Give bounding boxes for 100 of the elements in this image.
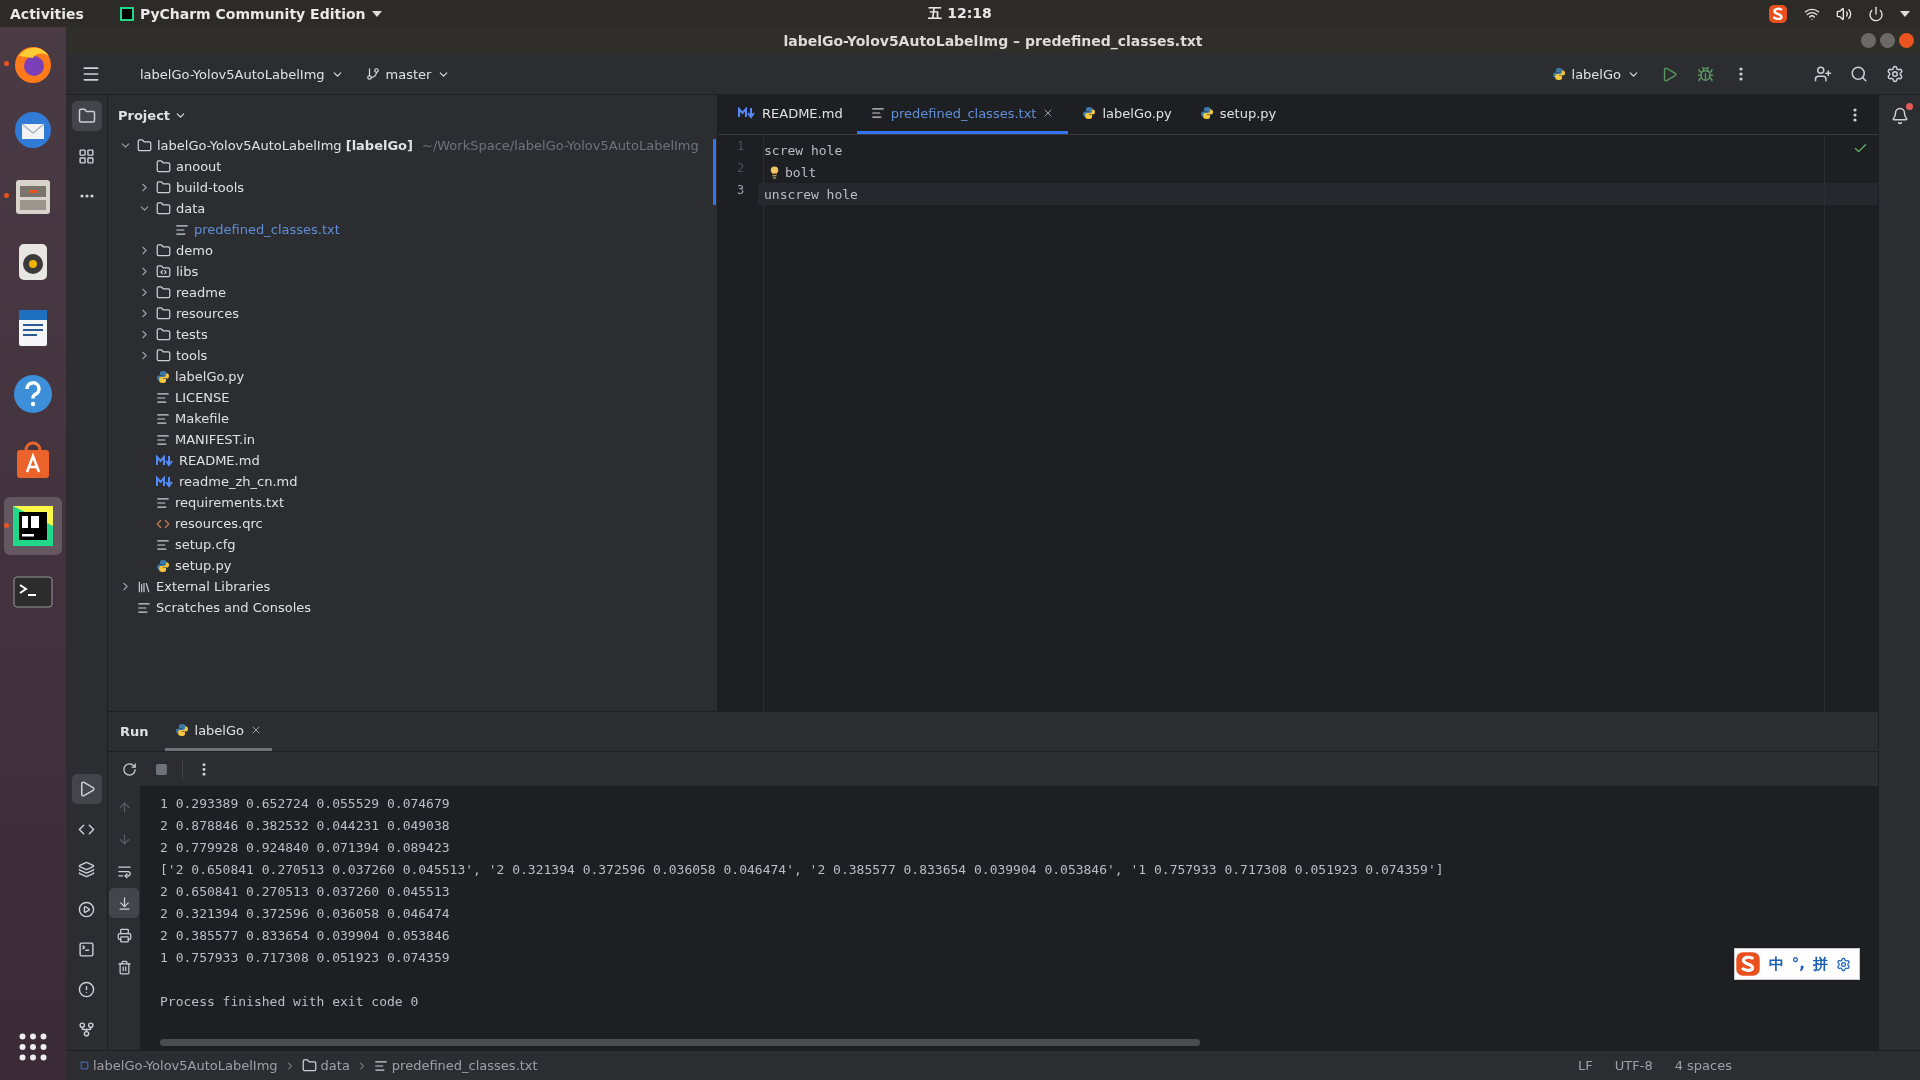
project-tool-button[interactable]	[71, 101, 102, 131]
editor-tab[interactable]: predefined_classes.txt	[856, 95, 1069, 134]
python-icon	[174, 723, 189, 737]
tree-item[interactable]: tests	[176, 327, 208, 342]
status-item[interactable]: 4 spaces	[1666, 1058, 1740, 1073]
editor-tab[interactable]: setup.py	[1185, 95, 1291, 134]
ime-button[interactable]: °,	[1791, 955, 1805, 973]
volume-icon[interactable]	[1836, 5, 1852, 22]
minimize-button[interactable]	[1861, 33, 1876, 48]
tree-item[interactable]: setup.cfg	[175, 537, 236, 552]
folder-icon	[137, 138, 152, 153]
settings-icon[interactable]	[1836, 956, 1851, 972]
python-icon	[1199, 106, 1214, 120]
code-line: bolt	[785, 164, 817, 180]
tree-item[interactable]: resources	[176, 306, 239, 321]
more-icon	[1853, 107, 1857, 122]
more-icon	[79, 194, 94, 198]
tree-item[interactable]: libs	[176, 264, 199, 279]
folder-icon	[156, 348, 171, 363]
printer-icon	[116, 927, 132, 943]
exit-message: Process finished with exit code 0	[160, 994, 419, 1011]
search-icon	[1850, 65, 1868, 83]
editor-tab[interactable]: README.md	[724, 95, 857, 134]
breadcrumb[interactable]: data	[301, 1058, 350, 1073]
project-panel-title[interactable]: Project	[118, 107, 188, 123]
bell-icon	[1890, 107, 1909, 125]
editor-tab[interactable]: labelGo.py	[1068, 95, 1186, 134]
breadcrumb[interactable]: predefined_classes.txt	[373, 1058, 538, 1073]
activities-button[interactable]: Activities	[10, 5, 84, 22]
folder-icon	[77, 107, 96, 125]
folder-icon	[156, 327, 171, 342]
caret-icon	[371, 10, 382, 17]
clock[interactable]: 五 12:18	[928, 4, 992, 23]
scratches-icon	[137, 600, 151, 615]
python-icon	[1082, 106, 1097, 120]
caret-icon[interactable]	[1900, 10, 1910, 17]
branch-selector[interactable]: master	[357, 62, 459, 86]
console-line: 2 0.650841 0.270513 0.037260 0.045513	[160, 884, 450, 901]
tree-item[interactable]: Scratches and Consoles	[156, 600, 312, 615]
tree-item[interactable]: LICENSE	[175, 390, 230, 405]
project-selector[interactable]: labelGo-Yolov5AutoLabelImg	[132, 62, 352, 86]
tree-item[interactable]: README.md	[179, 453, 260, 468]
line-number: 3	[735, 183, 746, 199]
ime-button[interactable]: 拼	[1813, 954, 1828, 974]
rerun-icon	[121, 761, 137, 777]
terminal-icon	[78, 940, 95, 958]
tree-item[interactable]: build-tools	[176, 180, 245, 195]
ime-button[interactable]: 中	[1768, 954, 1784, 974]
stop-icon	[154, 762, 168, 776]
dock-item[interactable]	[4, 497, 62, 555]
scrollbar[interactable]	[160, 1039, 1200, 1046]
git-icon	[78, 1020, 95, 1038]
markdown-icon	[156, 475, 174, 488]
console-line: 2 0.878846 0.382532 0.044231 0.049038	[160, 818, 450, 835]
status-item[interactable]: UTF-8	[1606, 1058, 1661, 1073]
app-menu[interactable]: PyCharm Community Edition	[139, 5, 366, 22]
status-item[interactable]: LF	[1570, 1058, 1601, 1073]
tree-item[interactable]: predefined_classes.txt	[194, 222, 340, 237]
tree-item[interactable]: External Libraries	[156, 579, 271, 594]
folder-icon	[156, 264, 171, 279]
ide-icon	[11, 504, 55, 548]
console-line: 1 0.293389 0.652724 0.055529 0.074679	[160, 796, 450, 813]
tree-item[interactable]: MANIFEST.in	[175, 432, 255, 447]
maximize-button[interactable]	[1880, 33, 1895, 48]
console-line: 2 0.321394 0.372596 0.036058 0.046474	[160, 906, 450, 923]
tree-item[interactable]: anoout	[176, 159, 222, 174]
scroll-to-end-button[interactable]	[109, 888, 139, 918]
folder-icon	[156, 285, 171, 300]
markdown-icon	[156, 454, 174, 467]
folder-icon	[301, 1058, 317, 1073]
console-line: 2 0.385577 0.833654 0.039904 0.053846	[160, 928, 450, 945]
console-line: 2 0.779928 0.924840 0.071394 0.089423	[160, 840, 450, 857]
tree-item[interactable]: readme_zh_cn.md	[179, 474, 298, 489]
run-configuration[interactable]: labelGo	[1543, 62, 1648, 86]
menu-icon	[81, 64, 101, 84]
text-file-icon	[156, 411, 170, 426]
lightbulb-icon[interactable]	[768, 165, 781, 179]
breadcrumb[interactable]: labelGo-Yolov5AutoLabelImg	[80, 1058, 278, 1073]
tree-item[interactable]: setup.py	[175, 558, 232, 573]
tree-item[interactable]: demo	[176, 243, 213, 258]
console-line: 1 0.757933 0.717308 0.051923 0.074359	[160, 950, 450, 967]
arrow-down-icon	[116, 831, 132, 847]
more-icon	[202, 762, 206, 776]
python-icon	[156, 369, 170, 384]
tree-item[interactable]: data	[176, 201, 206, 216]
close-icon[interactable]	[250, 724, 262, 736]
module-icon	[80, 1061, 89, 1070]
tree-item[interactable]: labelGo-Yolov5AutoLabelImg [labelGo]	[157, 138, 413, 153]
tree-item[interactable]: resources.qrc	[175, 516, 263, 531]
tree-item[interactable]: readme	[176, 285, 226, 300]
text-file-icon	[156, 390, 170, 405]
code-line: unscrew hole	[764, 186, 858, 202]
close-button[interactable]	[1899, 33, 1914, 48]
tree-item[interactable]: requirements.txt	[175, 495, 284, 510]
run-tool-button[interactable]	[71, 774, 102, 804]
tree-item[interactable]: Makefile	[175, 411, 230, 426]
tree-item[interactable]: labelGo.py	[175, 369, 245, 384]
tree-item[interactable]: tools	[176, 348, 208, 363]
power-icon[interactable]	[1868, 5, 1884, 22]
add-user-icon	[1814, 65, 1832, 83]
